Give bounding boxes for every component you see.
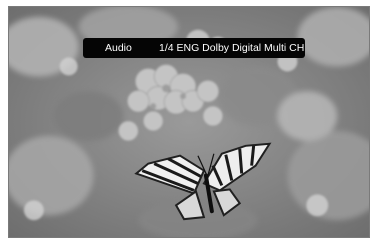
audio-osd-bar: Audio 1/4 ENG Dolby Digital Multi CH bbox=[83, 38, 305, 58]
video-screen: Audio 1/4 ENG Dolby Digital Multi CH bbox=[8, 6, 370, 238]
osd-audio-label: Audio bbox=[105, 42, 132, 54]
osd-audio-track-value: 1/4 ENG Dolby Digital Multi CH bbox=[159, 42, 305, 54]
